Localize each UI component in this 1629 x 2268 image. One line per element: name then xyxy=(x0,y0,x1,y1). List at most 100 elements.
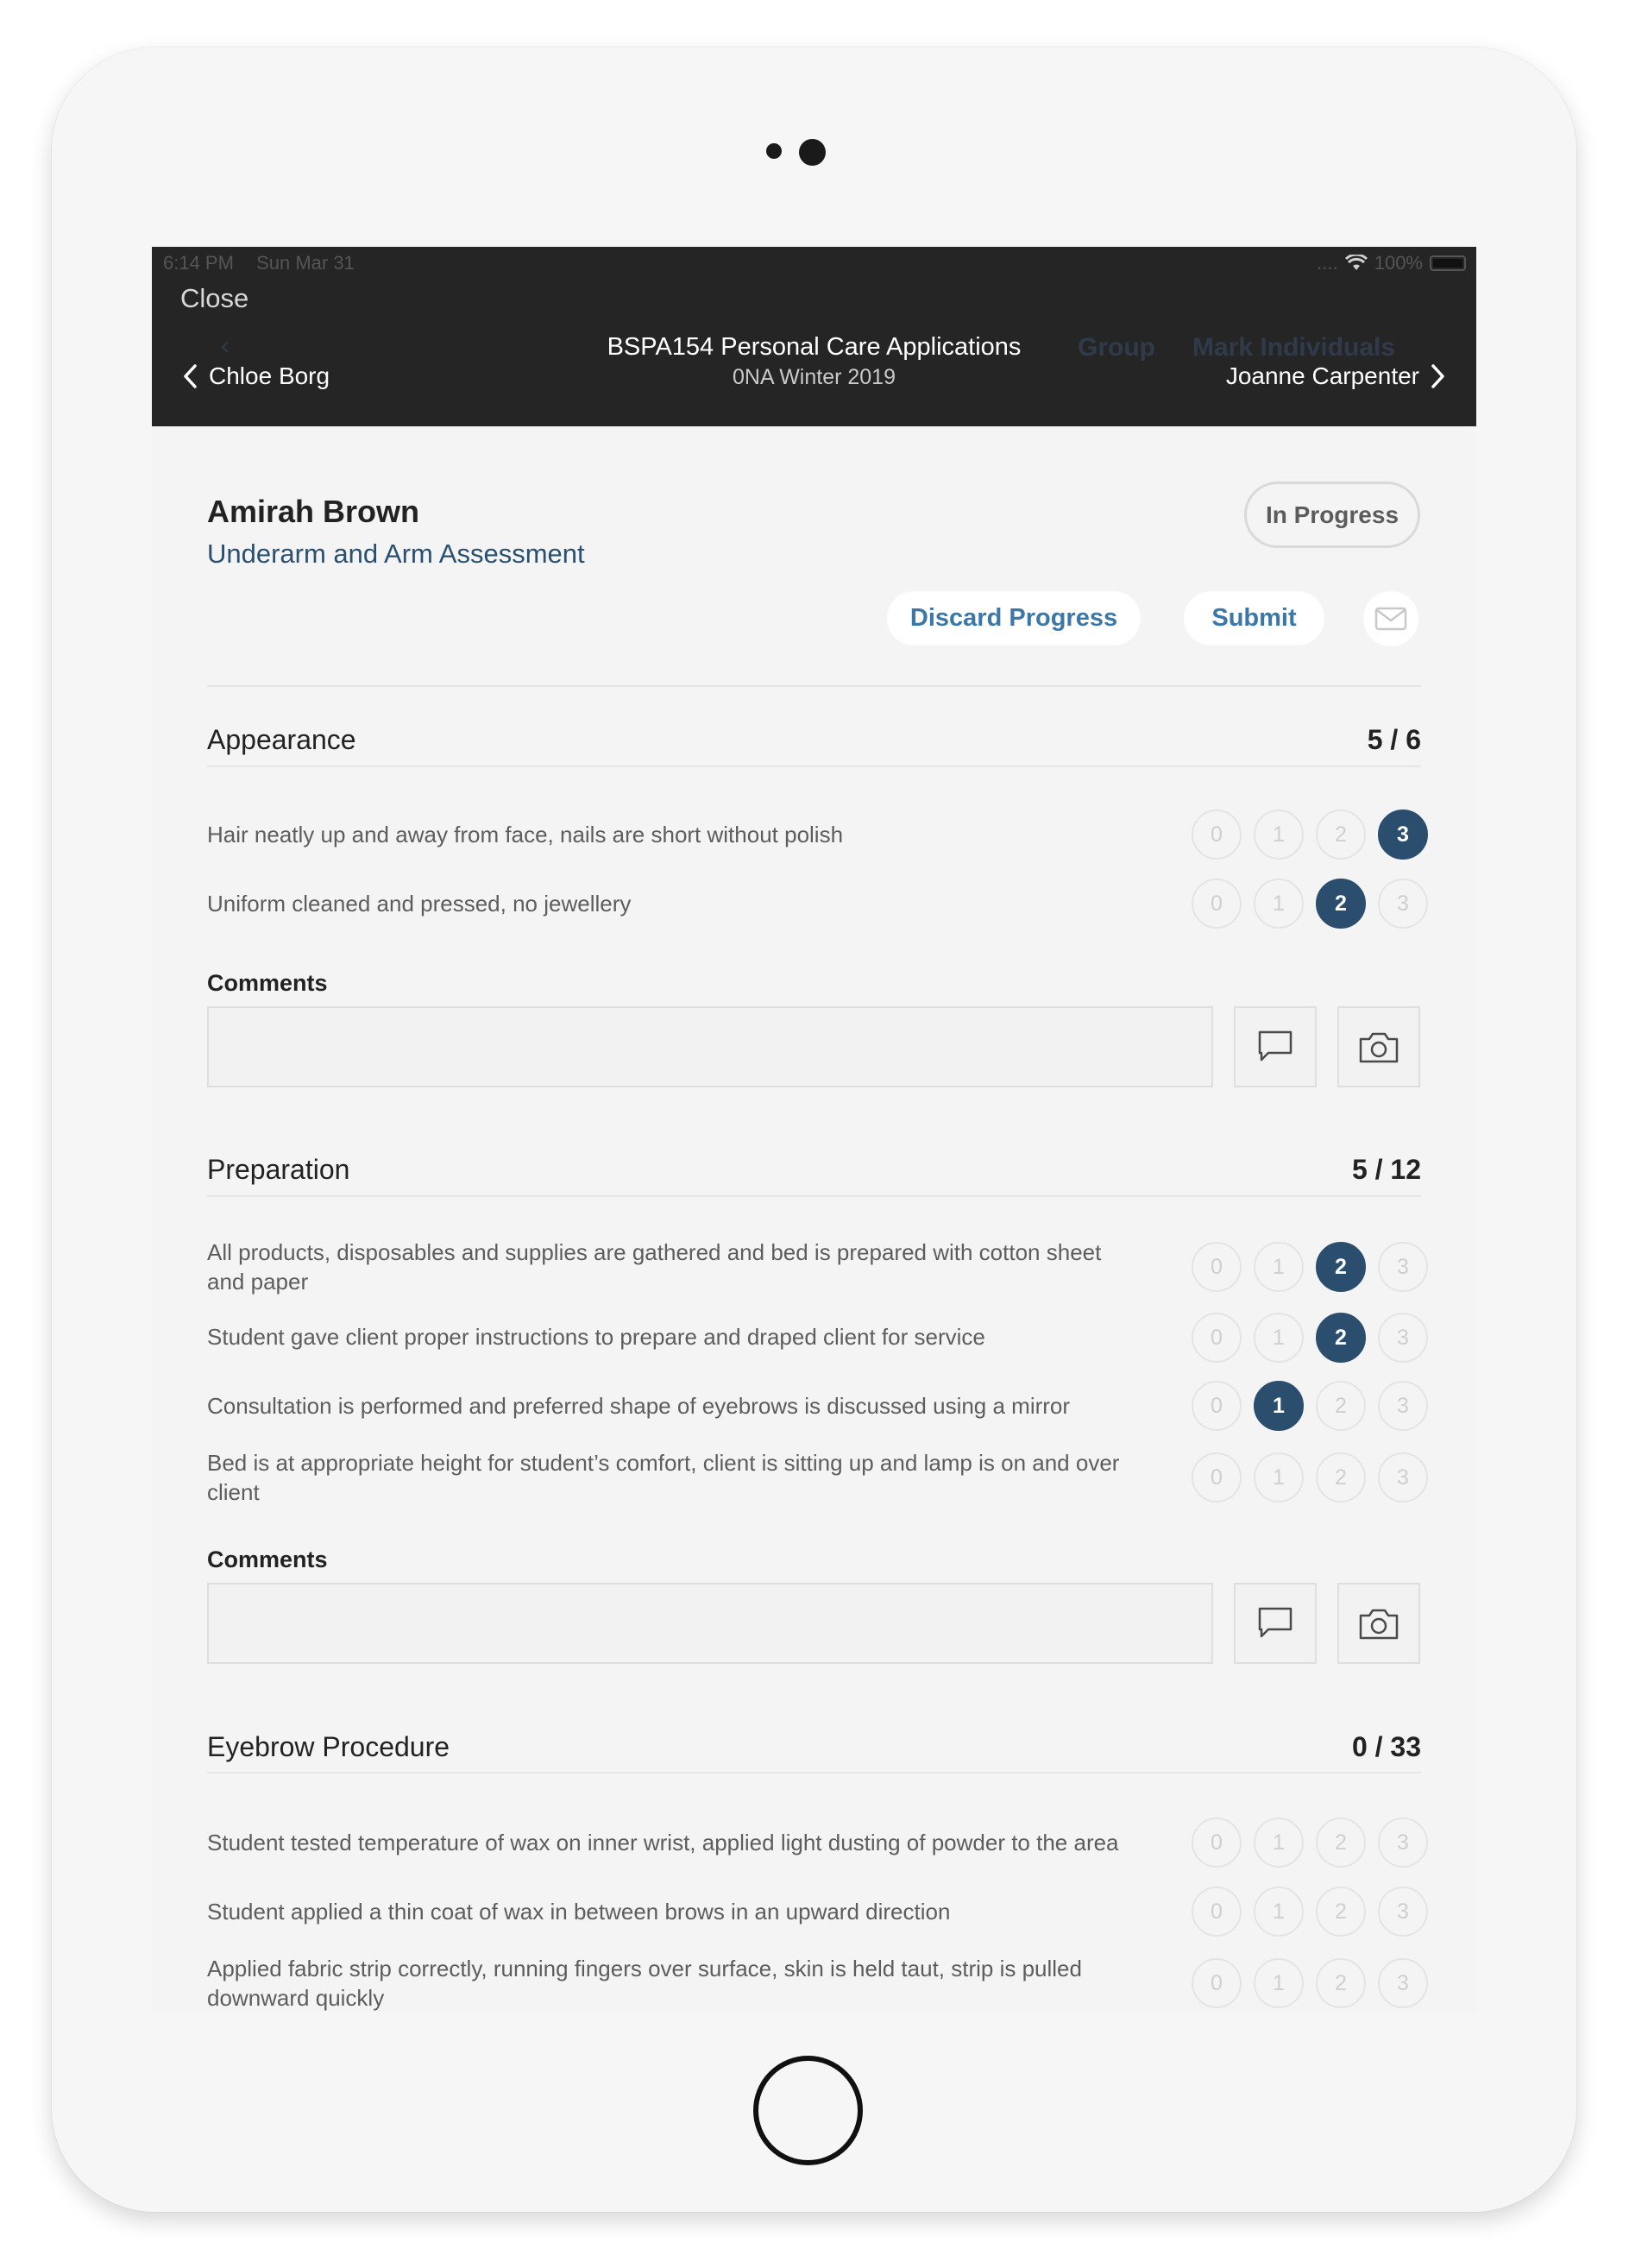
score-selector: 0123 xyxy=(1192,1242,1428,1292)
camera-lens xyxy=(799,139,826,166)
score-option-0[interactable]: 0 xyxy=(1192,1958,1242,2008)
score-option-1[interactable]: 1 xyxy=(1254,810,1304,860)
battery-icon xyxy=(1430,255,1466,271)
app-screen: 6:14 PM Sun Mar 31 .... 100% Close ‹ Gro… xyxy=(152,247,1476,2013)
score-selector: 0123 xyxy=(1192,879,1428,929)
submit-button[interactable]: Submit xyxy=(1184,591,1324,646)
score-option-1[interactable]: 1 xyxy=(1254,1452,1304,1503)
chevron-left-icon xyxy=(184,364,197,388)
criterion-text: Student tested temperature of wax on inn… xyxy=(207,1830,1119,1855)
previous-student-button[interactable]: Chloe Borg xyxy=(183,362,330,390)
navigation-bar: 6:14 PM Sun Mar 31 .... 100% Close ‹ Gro… xyxy=(152,247,1476,426)
section-score-appearance: 5 / 6 xyxy=(1367,724,1421,755)
score-option-1[interactable]: 1 xyxy=(1254,1242,1304,1292)
score-option-3[interactable]: 3 xyxy=(1378,1958,1428,2008)
score-option-0[interactable]: 0 xyxy=(1192,1818,1242,1868)
score-option-2[interactable]: 2 xyxy=(1316,879,1366,929)
section-score-preparation: 5 / 12 xyxy=(1351,1154,1421,1185)
score-selector: 0123 xyxy=(1192,1818,1428,1868)
camera-icon xyxy=(1359,1609,1399,1640)
score-option-0[interactable]: 0 xyxy=(1192,1887,1242,1937)
section-title-eyebrow-procedure: Eyebrow Procedure xyxy=(207,1731,450,1762)
close-button[interactable]: Close xyxy=(180,283,248,314)
score-option-3[interactable]: 3 xyxy=(1378,1818,1428,1868)
add-comment-button[interactable] xyxy=(1234,1583,1317,1664)
section-divider xyxy=(207,1772,1421,1773)
score-option-0[interactable]: 0 xyxy=(1192,1452,1242,1503)
assessment-title: Underarm and Arm Assessment xyxy=(207,539,585,569)
score-option-0[interactable]: 0 xyxy=(1192,1381,1242,1431)
assessment-sheet: Amirah Brown Underarm and Arm Assessment… xyxy=(152,426,1476,2013)
score-option-2[interactable]: 2 xyxy=(1316,810,1366,860)
score-option-2[interactable]: 2 xyxy=(1316,1313,1366,1363)
score-option-1[interactable]: 1 xyxy=(1254,879,1304,929)
section-title-preparation: Preparation xyxy=(207,1154,350,1185)
criterion-text: Consultation is performed and preferred … xyxy=(207,1393,1071,1419)
score-selector: 0123 xyxy=(1192,1313,1428,1363)
section-score-eyebrow-procedure: 0 / 33 xyxy=(1351,1731,1421,1762)
score-option-1[interactable]: 1 xyxy=(1254,1818,1304,1868)
status-badge: In Progress xyxy=(1244,482,1420,548)
score-option-3[interactable]: 3 xyxy=(1378,1452,1428,1503)
wifi-icon xyxy=(1344,255,1368,270)
battery-percent: 100% xyxy=(1374,252,1423,274)
status-date: Sun Mar 31 xyxy=(256,252,355,274)
score-option-0[interactable]: 0 xyxy=(1192,1313,1242,1363)
criterion-text: Student gave client proper instructions … xyxy=(207,1324,985,1350)
attach-photo-button[interactable] xyxy=(1337,1006,1420,1087)
discard-progress-button[interactable]: Discard Progress xyxy=(887,591,1141,646)
score-option-2[interactable]: 2 xyxy=(1316,1242,1366,1292)
status-time: 6:14 PM xyxy=(163,252,234,274)
header-divider xyxy=(207,685,1421,687)
criterion-text: Hair neatly up and away from face, nails… xyxy=(207,822,844,847)
criterion-text: Bed is at appropriate height for student… xyxy=(207,1450,1120,1505)
course-title: BSPA154 Personal Care Applications xyxy=(607,333,1022,361)
comments-input-appearance[interactable] xyxy=(207,1006,1213,1087)
sensor-dot xyxy=(766,143,782,159)
section-title-appearance: Appearance xyxy=(207,724,356,755)
score-option-2[interactable]: 2 xyxy=(1316,1452,1366,1503)
score-option-3[interactable]: 3 xyxy=(1378,810,1428,860)
score-option-2[interactable]: 2 xyxy=(1316,1818,1366,1868)
score-option-2[interactable]: 2 xyxy=(1316,1381,1366,1431)
section-divider xyxy=(207,1195,1421,1197)
criterion-text: Applied fabric strip correctly, running … xyxy=(207,1956,1082,2011)
signal-indicator: .... xyxy=(1317,252,1338,274)
score-option-1[interactable]: 1 xyxy=(1254,1381,1304,1431)
next-student-name: Joanne Carpenter xyxy=(1225,362,1419,389)
score-option-3[interactable]: 3 xyxy=(1378,1242,1428,1292)
score-option-3[interactable]: 3 xyxy=(1378,1313,1428,1363)
attach-photo-button[interactable] xyxy=(1337,1583,1420,1664)
criterion-text: Uniform cleaned and pressed, no jeweller… xyxy=(207,891,632,917)
email-button[interactable] xyxy=(1363,591,1418,646)
score-option-3[interactable]: 3 xyxy=(1378,879,1428,929)
score-option-1[interactable]: 1 xyxy=(1254,1958,1304,2008)
speech-bubble-icon xyxy=(1258,1607,1293,1638)
score-option-1[interactable]: 1 xyxy=(1254,1313,1304,1363)
speech-bubble-icon xyxy=(1258,1030,1293,1062)
score-option-0[interactable]: 0 xyxy=(1192,879,1242,929)
score-option-1[interactable]: 1 xyxy=(1254,1887,1304,1937)
score-selector: 0123 xyxy=(1192,1887,1428,1937)
score-option-3[interactable]: 3 xyxy=(1378,1887,1428,1937)
comments-input-preparation[interactable] xyxy=(207,1583,1213,1664)
score-option-0[interactable]: 0 xyxy=(1192,810,1242,860)
score-option-0[interactable]: 0 xyxy=(1192,1242,1242,1292)
add-comment-button[interactable] xyxy=(1234,1006,1317,1087)
status-bar: 6:14 PM Sun Mar 31 .... 100% xyxy=(163,252,1466,274)
criterion-text: Student applied a thin coat of wax in be… xyxy=(207,1899,951,1925)
camera-icon xyxy=(1359,1032,1399,1063)
score-option-3[interactable]: 3 xyxy=(1378,1381,1428,1431)
score-selector: 0123 xyxy=(1192,1958,1428,2008)
next-student-button[interactable]: Joanne Carpenter xyxy=(1226,362,1445,390)
mail-icon xyxy=(1374,607,1407,631)
score-selector: 0123 xyxy=(1192,810,1428,860)
score-option-2[interactable]: 2 xyxy=(1316,1958,1366,2008)
score-selector: 0123 xyxy=(1192,1452,1428,1503)
section-divider xyxy=(207,765,1421,767)
score-option-2[interactable]: 2 xyxy=(1316,1887,1366,1937)
previous-student-name: Chloe Borg xyxy=(209,362,330,389)
student-name: Amirah Brown xyxy=(207,494,420,529)
home-button[interactable] xyxy=(753,2056,863,2165)
comments-label: Comments xyxy=(207,970,328,996)
